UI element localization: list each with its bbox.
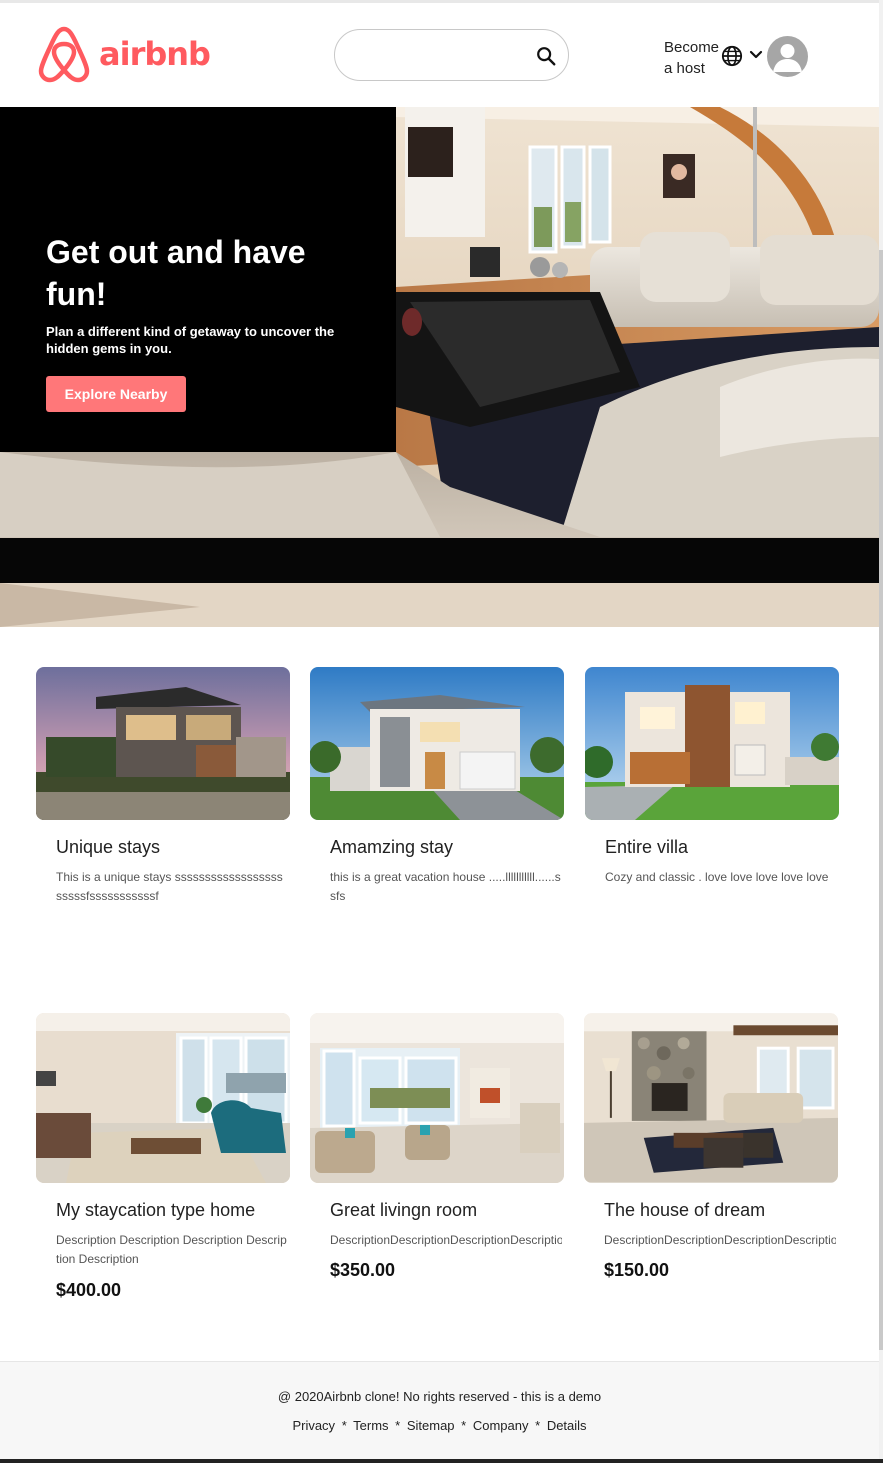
listing-description: DescriptionDescriptionDescriptionDescrip…: [330, 1233, 562, 1247]
listing-image[interactable]: [310, 667, 564, 820]
footer-link-details[interactable]: Details: [547, 1418, 587, 1433]
hero-banner: Get out and have fun! Plan a different k…: [0, 107, 879, 627]
listing-title: Entire villa: [605, 837, 689, 857]
listing-price: $150.00: [604, 1260, 670, 1280]
globe-icon[interactable]: [721, 45, 743, 67]
listing-card[interactable]: Entire villa Cozy and classic . love lov…: [585, 667, 839, 927]
listing-image[interactable]: [36, 1013, 290, 1183]
listing-card[interactable]: The house of dream DescriptionDescriptio…: [584, 1013, 838, 1293]
listing-card[interactable]: Unique stays This is a unique stays ssss…: [36, 667, 290, 927]
site-header: airbnb Become a host: [0, 3, 879, 107]
become-host-line1: Become: [664, 39, 720, 56]
listing-card[interactable]: Great livingn room DescriptionDescriptio…: [310, 1013, 564, 1293]
footer-link-company[interactable]: Company: [473, 1418, 529, 1433]
listing-image[interactable]: [584, 1013, 838, 1183]
hero-text-panel: Get out and have fun! Plan a different k…: [0, 107, 396, 452]
airbnb-logo[interactable]: airbnb: [37, 25, 211, 83]
footer-link-privacy[interactable]: Privacy: [292, 1418, 335, 1433]
listing-title: Unique stays: [56, 837, 161, 857]
user-avatar[interactable]: [767, 36, 808, 77]
airbnb-logo-icon: [38, 26, 90, 83]
listing-price: $400.00: [56, 1280, 122, 1300]
listing-image[interactable]: [36, 667, 290, 820]
listing-title: Amamzing stay: [330, 837, 454, 857]
listing-image[interactable]: [585, 667, 839, 820]
footer-link-sitemap[interactable]: Sitemap: [407, 1418, 455, 1433]
listing-description: DescriptionDescriptionDescriptionDescrip…: [604, 1233, 836, 1247]
search-bar[interactable]: [334, 29, 569, 81]
listing-card[interactable]: Amamzing stay this is a great vacation h…: [310, 667, 564, 927]
explore-nearby-button[interactable]: Explore Nearby: [46, 376, 186, 412]
listing-description: this is a great vacation house .....llll…: [330, 870, 561, 903]
become-host-line2: a host: [664, 60, 705, 77]
footer-separator: *: [341, 1418, 347, 1433]
listing-description: Description Description Description Desc…: [56, 1233, 287, 1266]
chevron-down-icon[interactable]: [749, 49, 763, 61]
listing-description: This is a unique stays sssssssssssssssss…: [56, 870, 283, 903]
footer-separator: *: [461, 1418, 467, 1433]
footer-copyright: @ 2020Airbnb clone! No rights reserved -…: [277, 1389, 602, 1404]
logo-text: airbnb: [99, 35, 211, 73]
scrollbar-thumb[interactable]: [879, 250, 883, 1350]
user-avatar-icon: [773, 44, 802, 72]
become-host-link[interactable]: Become a host: [664, 37, 724, 79]
listing-image[interactable]: [310, 1013, 564, 1183]
hero-subtitle: Plan a different kind of getaway to unco…: [46, 324, 335, 356]
site-footer: @ 2020Airbnb clone! No rights reserved -…: [0, 1361, 879, 1459]
listing-card[interactable]: My staycation type home Description Desc…: [36, 1013, 290, 1313]
footer-links: Privacy * Terms * Sitemap * Company * De…: [0, 1418, 879, 1433]
listing-description: Cozy and classic . love love love love l…: [605, 870, 829, 884]
footer-separator: *: [535, 1418, 541, 1433]
listing-price: $350.00: [330, 1260, 396, 1280]
listing-title: The house of dream: [604, 1200, 766, 1220]
listing-title: Great livingn room: [330, 1200, 478, 1220]
search-icon[interactable]: [535, 45, 557, 67]
listing-title: My staycation type home: [56, 1200, 256, 1220]
footer-separator: *: [395, 1418, 401, 1433]
footer-link-terms[interactable]: Terms: [353, 1418, 388, 1433]
search-input[interactable]: [353, 42, 528, 68]
hero-title: Get out and have fun!: [46, 234, 306, 312]
bottom-edge: [0, 1459, 883, 1463]
